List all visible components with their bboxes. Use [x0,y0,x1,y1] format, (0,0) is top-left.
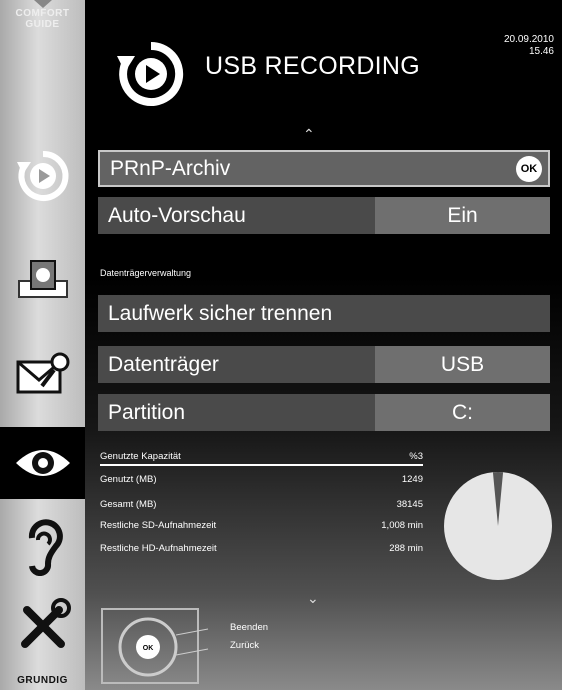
stat-used-mb: Genutzt (MB) 1249 [100,474,423,485]
divider [100,464,423,466]
remote-ok-key: OK [143,645,154,652]
settings-icon [16,352,69,394]
date-time: 20.09.2010 15.46 [504,34,554,58]
stat-hd-time: Restliche HD-Aufnahmezeit 288 min [100,543,423,554]
sidebar-item-usb-recording[interactable] [0,140,85,212]
page-title: USB RECORDING [205,52,421,80]
stat-used-capacity: Genutzte Kapazität %3 [100,451,423,462]
stat-label: Genutzt (MB) [100,474,157,485]
stat-value: 1249 [401,474,423,485]
scroll-down-icon[interactable]: ⌄ [307,590,319,607]
time: 15.46 [528,46,554,57]
ear-icon [28,519,63,576]
stat-label: Restliche HD-Aufnahmezeit [100,543,217,554]
chevron-down-icon [33,0,52,8]
section-title: Datenträgerverwaltung [100,268,192,278]
usb-recording-title-icon [117,41,184,106]
stat-label: Restliche SD-Aufnahmezeit [100,520,217,531]
ok-button-icon: OK [516,155,542,182]
usb-recording-icon [16,150,68,201]
stat-sd-time: Restliche SD-Aufnahmezeit 1,008 min [100,520,423,531]
stat-value: 38145 [396,499,423,510]
remote-navigation-icon: OK [101,608,209,684]
menu-item-label: Laufwerk sicher trennen [108,301,333,325]
sidebar-item-settings[interactable] [0,340,85,412]
main-panel: 20.09.2010 15.46 USB RECORDING ⌃ PRnP-Ar… [85,0,562,690]
screen: COMFORT GUIDE GRUNDIG 20.09.2010 15.46 U… [0,0,562,690]
sidebar-item-view[interactable] [0,427,85,499]
menu-item-label: PRnP-Archiv [110,156,231,180]
help-exit: Beenden [230,622,269,633]
menu-item-auto-vorschau[interactable]: Auto-Vorschau Ein [98,197,550,234]
menu-item-partition[interactable]: Partition C: [98,394,550,431]
menu-item-label: Datenträger [108,352,219,376]
menu-item-prnp-archiv[interactable]: PRnP-Archiv OK [98,150,550,187]
menu-item-label: Auto-Vorschau [108,203,246,227]
stat-value: 288 min [389,543,423,554]
capacity-pie [444,472,552,580]
stat-value: 1,008 min [381,520,423,531]
comfort-guide-line2: GUIDE [25,19,60,30]
menu-item-value[interactable]: USB [375,346,550,383]
sidebar-item-source[interactable] [0,243,85,315]
eye-icon [15,450,70,476]
scroll-up-icon[interactable]: ⌃ [303,126,315,143]
menu-item-laufwerk-trennen[interactable]: Laufwerk sicher trennen [98,295,550,332]
stat-label: Gesamt (MB) [100,499,157,510]
comfort-guide-line1: COMFORT [15,8,70,19]
date: 20.09.2010 [503,34,554,45]
help-back: Zurück [230,640,260,651]
tools-icon [20,598,71,648]
stat-value: %3 [409,451,423,462]
stat-total-mb: Gesamt (MB) 38145 [100,499,423,510]
menu-item-datentraeger[interactable]: Datenträger USB [98,346,550,383]
comfort-guide[interactable]: COMFORT GUIDE [0,0,85,60]
sidebar-item-tools[interactable] [0,590,85,662]
brand-logo: GRUNDIG [17,675,68,686]
menu-item-value[interactable]: C: [375,394,550,431]
source-icon [17,260,68,298]
sidebar-item-audio[interactable] [0,510,85,582]
menu-item-value[interactable]: Ein [375,197,550,234]
sidebar: COMFORT GUIDE GRUNDIG [0,0,85,690]
menu-item-label: Partition [108,400,186,424]
stat-label: Genutzte Kapazität [100,451,181,462]
